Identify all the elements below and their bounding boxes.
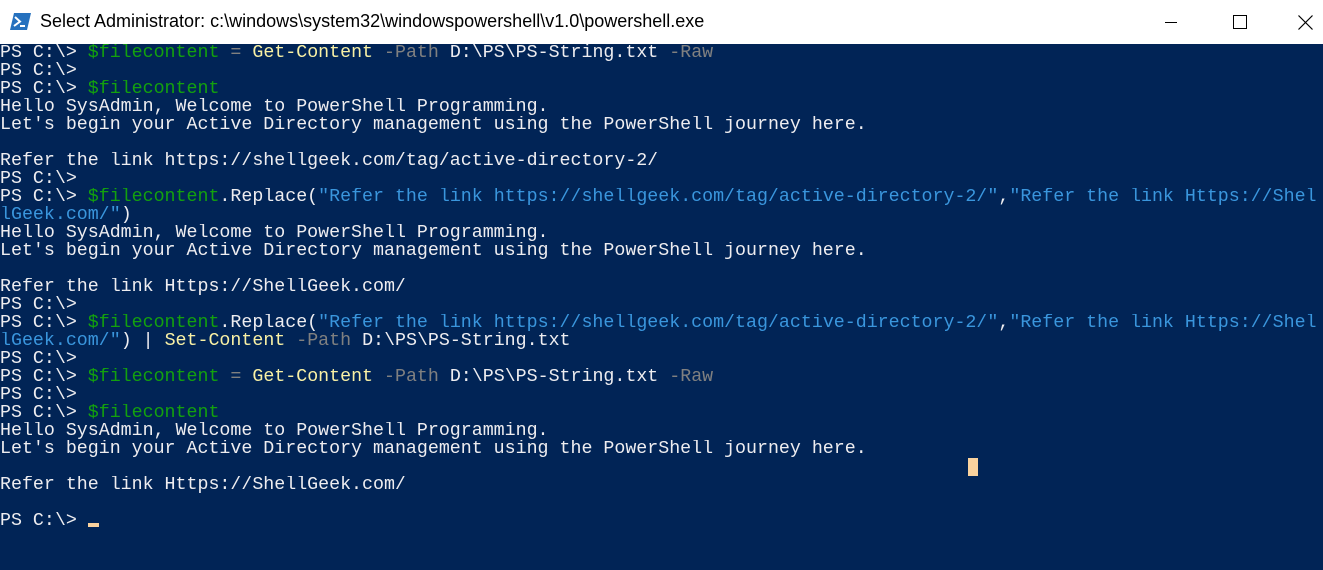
terminal-line: Let's begin your Active Directory manage… — [0, 440, 1317, 458]
terminal-token: Refer the link Https://ShellGeek.com/ — [0, 278, 406, 296]
terminal-token: PS C:\> — [0, 188, 88, 206]
terminal-token: D:\PS\PS-String.txt — [438, 44, 659, 62]
maximize-button[interactable] — [1217, 0, 1263, 44]
terminal-line: PS C:\> — [0, 386, 1317, 404]
terminal-token: $filecontent — [87, 44, 220, 62]
terminal-token: D:\PS\PS-String.txt — [438, 368, 659, 386]
minimize-icon — [1165, 22, 1177, 23]
terminal-token: $filecontent — [87, 80, 220, 98]
terminal-token: .Replace( — [219, 188, 319, 206]
terminal-token: PS C:\> — [0, 314, 88, 332]
terminal-token: .Replace( — [219, 314, 319, 332]
terminal-token: lGeek.com/" — [0, 206, 121, 224]
terminal-line: lGeek.com/") — [0, 206, 1317, 224]
terminal-token: -Path — [373, 44, 439, 62]
terminal-token: -Path — [285, 332, 352, 350]
terminal-token: Set-Content — [164, 332, 286, 350]
terminal-line: lGeek.com/") | Set-Content -Path D:\PS\P… — [0, 332, 1317, 350]
terminal-token: D:\PS\PS-String.txt — [351, 332, 571, 350]
terminal-token: lGeek.com/" — [0, 332, 121, 350]
terminal-line: PS C:\> $filecontent.Replace("Refer the … — [0, 188, 1317, 206]
terminal-line: Hello SysAdmin, Welcome to PowerShell Pr… — [0, 422, 1317, 440]
terminal-token: ) | — [120, 332, 165, 350]
maximize-icon — [1233, 15, 1247, 29]
terminal-token: Hello SysAdmin, Welcome to PowerShell Pr… — [0, 422, 549, 440]
terminal-line: Let's begin your Active Directory manage… — [0, 116, 1317, 134]
terminal-token: Let's begin your Active Directory manage… — [0, 242, 867, 260]
powershell-icon — [10, 12, 31, 31]
close-button[interactable] — [1287, 0, 1323, 44]
terminal-line: Refer the link Https://ShellGeek.com/ — [0, 278, 1317, 296]
terminal-token: PS C:\> — [0, 44, 88, 62]
terminal-line: Let's begin your Active Directory manage… — [0, 242, 1317, 260]
terminal-line: PS C:\> $filecontent — [0, 80, 1317, 98]
terminal-token: , — [998, 188, 1010, 206]
terminal-token: "Refer the link Https://Shel — [1009, 314, 1317, 332]
terminal-line: PS C:\> — [0, 170, 1317, 188]
terminal-line: PS C:\> — [0, 296, 1317, 314]
terminal-token: Get-Content — [252, 368, 374, 386]
terminal-token: Let's begin your Active Directory manage… — [0, 440, 867, 458]
terminal-token: Hello SysAdmin, Welcome to PowerShell Pr… — [0, 224, 549, 242]
terminal-line: Hello SysAdmin, Welcome to PowerShell Pr… — [0, 98, 1317, 116]
terminal-token: $filecontent — [87, 314, 220, 332]
window-title: Select Administrator: c:\windows\system3… — [40, 11, 705, 31]
scrollbar[interactable] — [1317, 44, 1323, 570]
terminal-token: , — [998, 314, 1010, 332]
terminal-output[interactable]: PS C:\> $filecontent = Get-Content -Path… — [0, 44, 1317, 530]
terminal-token: "Refer the link Https://Shel — [1009, 188, 1317, 206]
terminal-token: ) — [120, 206, 132, 224]
terminal-token: Hello SysAdmin, Welcome to PowerShell Pr… — [0, 98, 549, 116]
close-icon — [1297, 14, 1313, 30]
terminal-token: $filecontent — [87, 368, 220, 386]
terminal-token: Refer the link https://shellgeek.com/tag… — [0, 152, 659, 170]
terminal-line: PS C:\> $filecontent — [0, 404, 1317, 422]
terminal-token: PS C:\> — [0, 80, 88, 98]
terminal-token: -Path — [373, 368, 439, 386]
terminal-token: Get-Content — [252, 44, 374, 62]
minimize-button[interactable] — [1148, 0, 1194, 44]
mouse-text-cursor — [968, 458, 978, 476]
terminal-line: PS C:\> $filecontent = Get-Content -Path… — [0, 368, 1317, 386]
terminal-token: PS C:\> — [0, 62, 77, 80]
terminal-token: -Raw — [658, 368, 714, 386]
terminal-token: Let's begin your Active Directory manage… — [0, 116, 867, 134]
terminal-token: PS C:\> — [0, 170, 77, 188]
title-bar[interactable]: Select Administrator: c:\windows\system3… — [0, 0, 1323, 44]
terminal-line: Hello SysAdmin, Welcome to PowerShell Pr… — [0, 224, 1317, 242]
terminal-token: PS C:\> — [0, 512, 88, 530]
terminal-token: Refer the link Https://ShellGeek.com/ — [0, 476, 406, 494]
terminal-token: "Refer the link https://shellgeek.com/ta… — [318, 188, 999, 206]
terminal-line: PS C:\> $filecontent = Get-Content -Path… — [0, 44, 1317, 62]
terminal-line: PS C:\> — [0, 62, 1317, 80]
terminal-token: PS C:\> — [0, 296, 77, 314]
blinking-cursor — [88, 523, 99, 527]
terminal-line: PS C:\> — [0, 512, 1317, 530]
terminal-token: $filecontent — [87, 188, 220, 206]
terminal-token: PS C:\> — [0, 386, 77, 404]
terminal-line: PS C:\> — [0, 350, 1317, 368]
terminal-token: -Raw — [658, 44, 714, 62]
terminal-token: = — [219, 368, 253, 386]
terminal-token: $filecontent — [87, 404, 220, 422]
console-area[interactable]: PS C:\> $filecontent = Get-Content -Path… — [0, 44, 1323, 570]
terminal-token: "Refer the link https://shellgeek.com/ta… — [318, 314, 999, 332]
terminal-line: Refer the link Https://ShellGeek.com/ — [0, 476, 1317, 494]
terminal-token: PS C:\> — [0, 368, 88, 386]
terminal-line: Refer the link https://shellgeek.com/tag… — [0, 152, 1317, 170]
terminal-token: = — [219, 44, 253, 62]
terminal-token: PS C:\> — [0, 404, 88, 422]
terminal-token: PS C:\> — [0, 350, 77, 368]
terminal-line: PS C:\> $filecontent.Replace("Refer the … — [0, 314, 1317, 332]
